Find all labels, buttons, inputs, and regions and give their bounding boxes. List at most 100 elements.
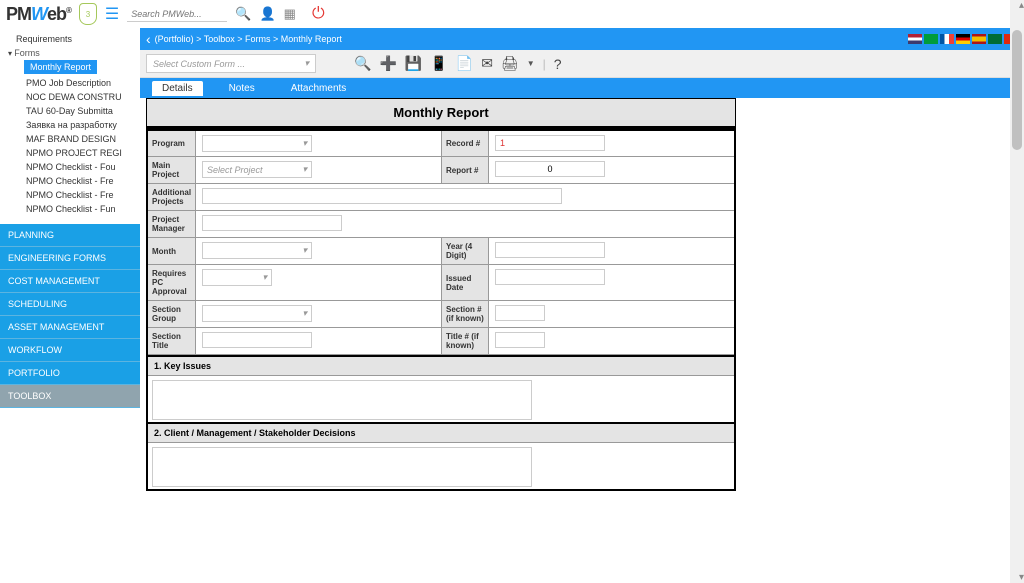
menu-icon[interactable]: ☰ [105,4,119,24]
module-planning[interactable]: PLANNING [0,224,140,247]
vertical-scrollbar[interactable]: ▴ ▾ [1010,0,1024,583]
flag-br[interactable] [924,34,938,44]
nav-tree: Requirements Forms Monthly Report PMO Jo… [0,28,140,220]
report-input[interactable] [495,161,605,177]
titlenum-input[interactable] [495,332,545,348]
tree-monthly-report[interactable]: Monthly Report [24,60,97,74]
label-section-num: Section # (if known) [441,301,489,327]
decisions-textarea[interactable] [152,447,532,487]
module-asset[interactable]: ASSET MANAGEMENT [0,316,140,339]
module-toolbox[interactable]: TOOLBOX [0,385,140,408]
pm-input[interactable] [202,215,342,231]
label-year: Year (4 Digit) [441,238,489,264]
separator: | [543,57,546,71]
flag-es[interactable] [972,34,986,44]
notification-shield[interactable]: 3 [79,3,97,25]
apps-icon[interactable]: ▦ [284,6,296,22]
project-select[interactable]: Select Project▾ [202,161,312,178]
scroll-thumb[interactable] [1012,30,1022,150]
approval-select[interactable]: ▾ [202,269,272,286]
power-icon[interactable]: ⏻ [312,5,325,23]
tab-details[interactable]: Details [152,81,203,96]
label-section-group: Section Group [148,301,196,327]
tree-item[interactable]: NOC DEWA CONSTRU [6,90,134,104]
logo: PMWeb® [6,4,71,25]
logo-suffix: eb [47,4,66,24]
label-main-project: Main Project [148,157,196,183]
mobile-icon[interactable]: 📱 [430,55,447,72]
label-record: Record # [441,131,489,156]
content-area: ‹ (Portfolio) > Toolbox > Forms > Monthl… [140,28,1024,583]
mail-icon[interactable]: ✉ [481,55,493,72]
record-input[interactable] [495,135,605,151]
section-key-issues: 1. Key Issues [148,355,734,376]
module-workflow[interactable]: WORKFLOW [0,339,140,362]
module-portfolio[interactable]: PORTFOLIO [0,362,140,385]
tree-item[interactable]: NPMO Checklist - Fre [6,174,134,188]
flag-us[interactable] [908,34,922,44]
tree-requirements[interactable]: Requirements [6,32,134,46]
form-title: Monthly Report [146,98,736,129]
flag-de[interactable] [956,34,970,44]
label-approval: Requires PC Approval [148,265,196,300]
secgroup-select[interactable]: ▾ [202,305,312,322]
label-title-known: Title # (if known) [441,328,489,354]
print-icon[interactable]: 🖨 [501,55,519,72]
form-toolbar: Select Custom Form ...▾ 🔍 ➕ 💾 📱 📄 ✉ 🖨 ▼ |… [140,50,1024,78]
zoom-icon[interactable]: 🔍 [354,55,371,72]
section-decisions: 2. Client / Management / Stakeholder Dec… [148,422,734,443]
label-month: Month [148,238,196,264]
logo-prefix: PM [6,4,31,24]
search-input[interactable] [127,7,227,22]
chevron-down-icon: ▾ [302,308,307,319]
key-issues-textarea[interactable] [152,380,532,420]
program-select[interactable]: ▾ [202,135,312,152]
module-cost[interactable]: COST MANAGEMENT [0,270,140,293]
additional-input[interactable] [202,188,562,204]
form-selector[interactable]: Select Custom Form ...▾ [146,54,316,73]
sectitle-input[interactable] [202,332,312,348]
chevron-down-icon: ▼ [527,59,535,68]
chevron-down-icon: ▾ [302,138,307,149]
help-icon[interactable]: ? [554,56,562,72]
tab-attachments[interactable]: Attachments [281,81,357,96]
chevron-down-icon: ▾ [262,272,267,283]
label-pm: Project Manager [148,211,196,237]
tree-item[interactable]: TAU 60-Day Submitta [6,104,134,118]
module-scheduling[interactable]: SCHEDULING [0,293,140,316]
logo-w: W [31,4,47,24]
chevron-down-icon: ▾ [302,164,307,175]
breadcrumb: (Portfolio) > Toolbox > Forms > Monthly … [155,34,342,44]
year-input[interactable] [495,242,605,258]
add-icon[interactable]: ➕ [379,55,396,72]
search-icon[interactable]: 🔍 [235,6,251,22]
tree-forms[interactable]: Forms [6,46,134,60]
tree-item[interactable]: NPMO Checklist - Fou [6,160,134,174]
secnum-input[interactable] [495,305,545,321]
back-icon[interactable]: ‹ [146,31,151,47]
tree-item[interactable]: PMO Job Description [6,76,134,90]
form-scroll[interactable]: Monthly Report Program ▾ Record # Main P… [140,98,1024,583]
module-engineering[interactable]: ENGINEERING FORMS [0,247,140,270]
shield-count: 3 [86,10,90,19]
module-nav: PLANNING ENGINEERING FORMS COST MANAGEME… [0,224,140,408]
flag-fr[interactable] [940,34,954,44]
tree-item[interactable]: NPMO Checklist - Fre [6,188,134,202]
sidebar: Requirements Forms Monthly Report PMO Jo… [0,28,140,583]
tree-item[interactable]: Заявка на разработку [6,118,134,132]
flag-sa[interactable] [988,34,1002,44]
user-icon[interactable]: 👤 [259,6,275,22]
tree-item[interactable]: NPMO Checklist - Fun [6,202,134,216]
tree-item[interactable]: NPMO PROJECT REGI [6,146,134,160]
save-icon[interactable]: 💾 [405,55,422,72]
month-select[interactable]: ▾ [202,242,312,259]
tab-notes[interactable]: Notes [219,81,265,96]
issued-input[interactable] [495,269,605,285]
label-issued: Issued Date [441,265,489,300]
scroll-down-icon[interactable]: ▾ [1019,572,1024,583]
scroll-up-icon[interactable]: ▴ [1019,0,1024,11]
copy-icon[interactable]: 📄 [456,55,473,72]
breadcrumb-bar: ‹ (Portfolio) > Toolbox > Forms > Monthl… [140,28,1024,50]
tree-item[interactable]: MAF BRAND DESIGN [6,132,134,146]
label-additional: Additional Projects [148,184,196,210]
